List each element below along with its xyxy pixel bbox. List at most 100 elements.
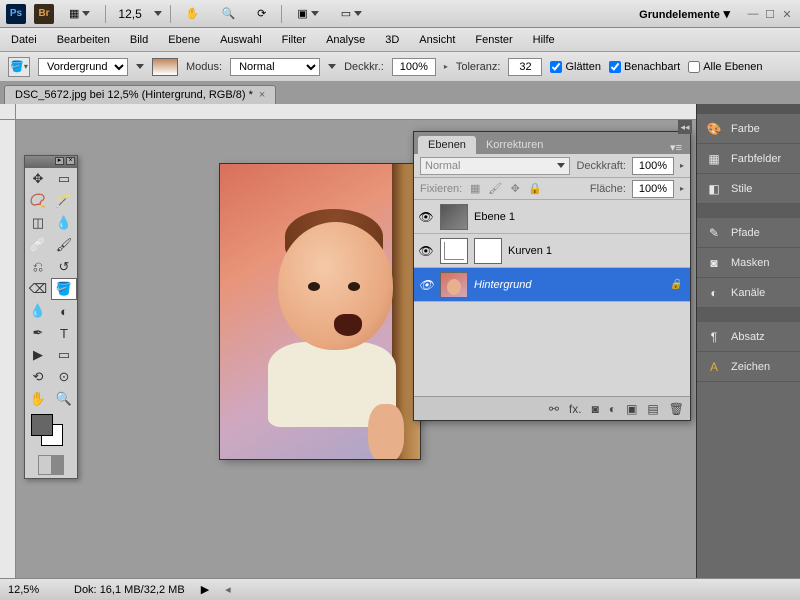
opacity-flyout-icon[interactable]: ▸: [444, 62, 448, 71]
blur-tool[interactable]: 💧: [25, 300, 51, 322]
tolerance-input[interactable]: [508, 58, 542, 76]
minimize-button[interactable]: —: [746, 8, 760, 20]
dock-farbe[interactable]: 🎨Farbe: [697, 114, 800, 144]
pen-tool[interactable]: ✒: [25, 322, 51, 344]
eyedropper-tool[interactable]: 💧: [51, 212, 77, 234]
menu-bild[interactable]: Bild: [127, 31, 151, 49]
dock-farbfelder[interactable]: ▦Farbfelder: [697, 144, 800, 174]
new-group-icon[interactable]: ▣: [626, 402, 637, 416]
lock-transparency-icon[interactable]: ▦: [468, 182, 482, 196]
photoshop-icon[interactable]: Ps: [6, 4, 26, 24]
zoom-tool-button[interactable]: 🔍: [214, 4, 242, 23]
adjustment-layer-icon[interactable]: ◐: [609, 402, 616, 416]
layer-name[interactable]: Ebene 1: [474, 211, 686, 223]
menu-analyse[interactable]: Analyse: [323, 31, 368, 49]
layer-row[interactable]: 👁 Kurven 1: [414, 234, 690, 268]
layer-name[interactable]: Kurven 1: [508, 245, 686, 257]
document-tab[interactable]: DSC_5672.jpg bei 12,5% (Hintergrund, RGB…: [4, 85, 276, 104]
marquee-tool[interactable]: ▭: [51, 168, 77, 190]
lock-all-icon[interactable]: 🔒: [528, 182, 542, 196]
new-layer-icon[interactable]: ▤: [647, 402, 658, 416]
layer-fx-icon[interactable]: fx.: [569, 402, 582, 416]
horizontal-ruler[interactable]: [16, 104, 800, 120]
menu-filter[interactable]: Filter: [279, 31, 309, 49]
3d-rotate-tool[interactable]: ⟲: [25, 366, 51, 388]
panel-menu-icon[interactable]: ▾≡: [670, 141, 682, 154]
paint-bucket-icon[interactable]: 🪣▾: [8, 57, 30, 77]
bridge-icon[interactable]: Br: [34, 4, 54, 24]
healing-brush-tool[interactable]: 🩹: [25, 234, 51, 256]
zoom-dropdown-icon[interactable]: [154, 11, 162, 16]
hand-tool-button[interactable]: ✋: [179, 4, 207, 23]
status-doc-size[interactable]: Dok: 16,1 MB/32,2 MB: [74, 584, 185, 596]
foreground-color-swatch[interactable]: [31, 414, 53, 436]
layer-row-selected[interactable]: 👁 Hintergrund 🔒: [414, 268, 690, 302]
dock-stile[interactable]: ◧Stile: [697, 174, 800, 204]
status-zoom[interactable]: 12,5%: [8, 584, 58, 596]
all-layers-checkbox[interactable]: Alle Ebenen: [688, 61, 762, 73]
dock-pfade[interactable]: ✎Pfade: [697, 218, 800, 248]
panel-collapse-icon[interactable]: ◂◂: [678, 120, 692, 134]
menu-fenster[interactable]: Fenster: [472, 31, 515, 49]
dock-header[interactable]: [697, 104, 800, 114]
layer-fill-input[interactable]: [632, 180, 674, 198]
opacity-input[interactable]: [392, 58, 436, 76]
menu-ansicht[interactable]: Ansicht: [416, 31, 458, 49]
dock-absatz[interactable]: ¶Absatz: [697, 322, 800, 352]
link-layers-icon[interactable]: ⚯: [549, 402, 559, 416]
rotate-view-button[interactable]: ⟳: [250, 4, 273, 23]
opacity-flyout-icon[interactable]: ▸: [680, 161, 684, 170]
lock-pixels-icon[interactable]: 🖌: [488, 182, 502, 196]
menu-auswahl[interactable]: Auswahl: [217, 31, 265, 49]
tab-ebenen[interactable]: Ebenen: [418, 136, 476, 154]
menu-hilfe[interactable]: Hilfe: [530, 31, 558, 49]
brush-tool[interactable]: 🖌: [51, 234, 77, 256]
dock-kanaele[interactable]: ◐Kanäle: [697, 278, 800, 308]
delete-layer-icon[interactable]: 🗑: [669, 402, 684, 416]
crop-tool[interactable]: ◫: [25, 212, 51, 234]
pattern-swatch[interactable]: [152, 58, 178, 76]
quick-mask-toggle[interactable]: [38, 455, 64, 475]
history-brush-tool[interactable]: ↺: [51, 256, 77, 278]
fill-flyout-icon[interactable]: ▸: [680, 184, 684, 193]
quick-select-tool[interactable]: 🪄: [51, 190, 77, 212]
view-extras-button[interactable]: ▦: [62, 4, 97, 23]
lock-position-icon[interactable]: ✥: [508, 182, 522, 196]
add-mask-icon[interactable]: ◙: [592, 402, 599, 416]
zoom-level[interactable]: 12,5: [114, 7, 145, 21]
type-tool[interactable]: T: [51, 322, 77, 344]
visibility-toggle-icon[interactable]: 👁: [418, 277, 434, 293]
shape-tool[interactable]: ▭: [51, 344, 77, 366]
close-icon[interactable]: ×: [66, 157, 75, 165]
menu-3d[interactable]: 3D: [382, 31, 402, 49]
move-tool[interactable]: ✥: [25, 168, 51, 190]
paint-bucket-tool[interactable]: 🪣: [51, 278, 77, 300]
path-select-tool[interactable]: ▶: [25, 344, 51, 366]
visibility-toggle-icon[interactable]: 👁: [418, 243, 434, 259]
color-swatches[interactable]: [25, 410, 77, 452]
close-tab-icon[interactable]: ×: [259, 89, 265, 101]
screen-mode-button[interactable]: ▭: [334, 4, 369, 23]
blend-mode-select[interactable]: Normal: [230, 58, 320, 76]
menu-datei[interactable]: Datei: [8, 31, 40, 49]
dock-masken[interactable]: ◙Masken: [697, 248, 800, 278]
vertical-ruler[interactable]: [0, 120, 16, 578]
fill-source-select[interactable]: Vordergrund: [38, 58, 128, 76]
blend-mode-select[interactable]: Normal: [420, 157, 570, 175]
clone-stamp-tool[interactable]: ⎌: [25, 256, 51, 278]
dock-zeichen[interactable]: AZeichen: [697, 352, 800, 382]
zoom-tool[interactable]: 🔍: [51, 388, 77, 410]
scroll-left-icon[interactable]: ◂: [225, 583, 231, 596]
layer-row[interactable]: 👁 Ebene 1: [414, 200, 690, 234]
close-button[interactable]: ✕: [780, 8, 794, 20]
layer-name[interactable]: Hintergrund: [474, 279, 664, 291]
visibility-toggle-icon[interactable]: 👁: [418, 209, 434, 225]
layer-thumbnail[interactable]: [440, 272, 468, 298]
antialias-checkbox[interactable]: Glätten: [550, 61, 600, 73]
contiguous-checkbox[interactable]: Benachbart: [609, 61, 680, 73]
hand-tool[interactable]: ✋: [25, 388, 51, 410]
status-flyout-icon[interactable]: ▶: [201, 583, 209, 596]
collapse-icon[interactable]: ▸: [55, 157, 64, 165]
arrange-docs-button[interactable]: ▣: [290, 4, 325, 23]
ruler-origin[interactable]: [0, 104, 16, 120]
